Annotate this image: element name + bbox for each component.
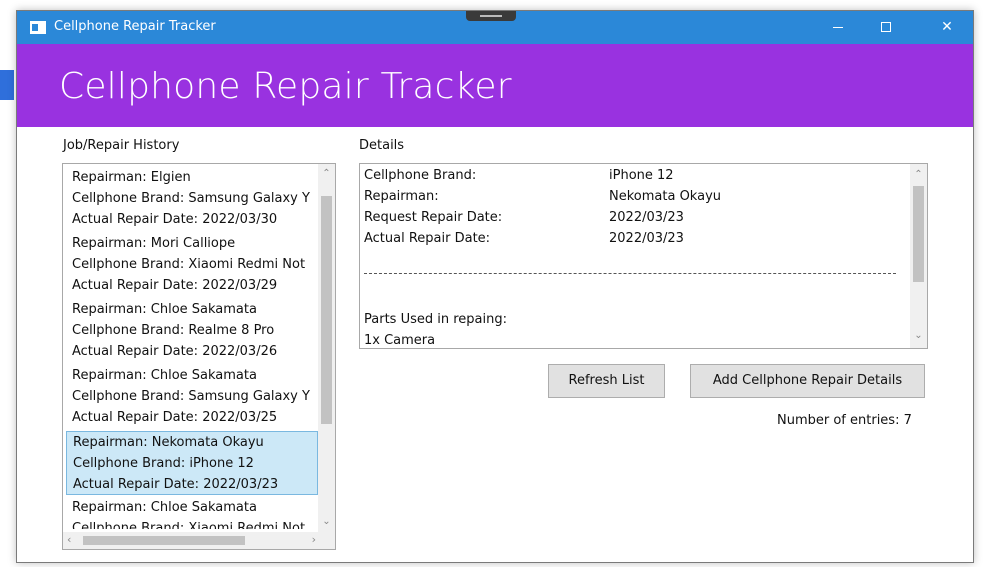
chevron-left-icon[interactable]: ‹ — [67, 533, 71, 546]
header-banner: Cellphone Repair Tracker — [17, 44, 973, 127]
detail-key: Cellphone Brand: — [364, 168, 477, 183]
separator-line — [364, 273, 896, 274]
chevron-down-icon[interactable]: ⌄ — [910, 330, 927, 341]
maximize-icon — [881, 22, 891, 32]
details-textbox[interactable]: Cellphone Brand: iPhone 12 Repairman: Ne… — [359, 163, 928, 349]
detail-value: Nekomata Okayu — [609, 189, 721, 204]
item-brand: Cellphone Brand: iPhone 12 — [73, 456, 254, 471]
window-title: Cellphone Repair Tracker — [54, 19, 216, 34]
item-brand: Cellphone Brand: Samsung Galaxy Y — [72, 389, 310, 404]
app-window: Cellphone Repair Tracker ✕ Cellphone Rep… — [16, 10, 974, 563]
close-icon: ✕ — [941, 19, 953, 35]
chevron-right-icon[interactable]: › — [312, 533, 316, 546]
scroll-thumb[interactable] — [83, 536, 245, 545]
item-date: Actual Repair Date: 2022/03/25 — [72, 410, 278, 425]
history-horizontal-scrollbar[interactable]: ‹ › — [63, 532, 320, 549]
scroll-thumb[interactable] — [913, 186, 924, 282]
list-item[interactable]: Repairman: Chloe Sakamata Cellphone Bran… — [66, 365, 318, 429]
background-accent — [0, 70, 14, 100]
parts-header: Parts Used in repaing: — [364, 312, 507, 327]
details-label: Details — [359, 138, 405, 153]
item-repairman: Repairman: Chloe Sakamata — [72, 368, 257, 383]
close-button[interactable]: ✕ — [924, 11, 970, 44]
item-repairman: Repairman: Mori Calliope — [72, 236, 236, 251]
part-line: 1x Camera — [364, 333, 436, 348]
history-label: Job/Repair History — [63, 138, 180, 153]
detail-key: Repairman: — [364, 189, 439, 204]
item-repairman: Repairman: Chloe Sakamata — [72, 500, 257, 515]
item-brand: Cellphone Brand: Samsung Galaxy Y — [72, 191, 310, 206]
list-item[interactable]: Repairman: Elgien Cellphone Brand: Samsu… — [66, 167, 318, 231]
item-brand: Cellphone Brand: Realme 8 Pro — [72, 323, 275, 338]
item-date: Actual Repair Date: 2022/03/30 — [72, 212, 278, 227]
history-listbox[interactable]: Repairman: Elgien Cellphone Brand: Samsu… — [62, 163, 336, 550]
detail-value: 2022/03/23 — [609, 231, 684, 246]
item-date: Actual Repair Date: 2022/03/26 — [72, 344, 278, 359]
refresh-list-button[interactable]: Refresh List — [548, 364, 665, 398]
minimize-icon — [833, 26, 843, 28]
list-item-selected[interactable]: Repairman: Nekomata Okayu Cellphone Bran… — [66, 431, 318, 495]
detail-key: Actual Repair Date: — [364, 231, 491, 246]
detail-key: Request Repair Date: — [364, 210, 503, 225]
item-brand: Cellphone Brand: Xiaomi Redmi Not — [72, 521, 306, 529]
drag-grip[interactable] — [466, 11, 516, 21]
history-vertical-scrollbar[interactable]: ⌃ ⌄ — [318, 164, 335, 532]
chevron-down-icon[interactable]: ⌄ — [318, 516, 335, 527]
item-repairman: Repairman: Nekomata Okayu — [73, 435, 264, 450]
page-title: Cellphone Repair Tracker — [59, 66, 512, 107]
item-date: Actual Repair Date: 2022/03/23 — [73, 477, 279, 492]
chevron-up-icon[interactable]: ⌃ — [318, 168, 335, 179]
add-repair-details-button[interactable]: Add Cellphone Repair Details — [690, 364, 925, 398]
minimize-button[interactable] — [815, 11, 861, 44]
maximize-button[interactable] — [863, 11, 909, 44]
item-date: Actual Repair Date: 2022/03/29 — [72, 278, 278, 293]
details-vertical-scrollbar[interactable]: ⌃ ⌄ — [910, 164, 927, 348]
detail-value: 2022/03/23 — [609, 210, 684, 225]
detail-value: iPhone 12 — [609, 168, 674, 183]
chevron-up-icon[interactable]: ⌃ — [910, 169, 927, 180]
item-repairman: Repairman: Chloe Sakamata — [72, 302, 257, 317]
list-item[interactable]: Repairman: Mori Calliope Cellphone Brand… — [66, 233, 318, 297]
list-item[interactable]: Repairman: Chloe Sakamata Cellphone Bran… — [66, 299, 318, 363]
entries-count: Number of entries: 7 — [777, 413, 912, 428]
title-bar[interactable]: Cellphone Repair Tracker ✕ — [17, 11, 973, 44]
scrollbar-corner — [318, 532, 335, 549]
item-repairman: Repairman: Elgien — [72, 170, 191, 185]
item-brand: Cellphone Brand: Xiaomi Redmi Not — [72, 257, 306, 272]
app-icon — [30, 21, 46, 34]
scroll-thumb[interactable] — [321, 196, 332, 424]
list-item[interactable]: Repairman: Chloe Sakamata Cellphone Bran… — [66, 497, 318, 529]
